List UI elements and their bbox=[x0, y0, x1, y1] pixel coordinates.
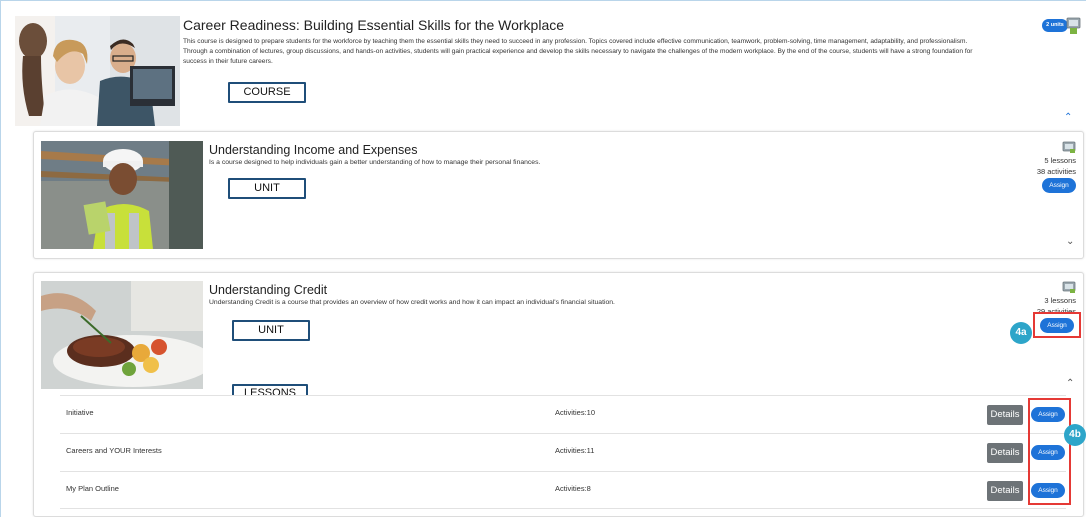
unit-label-income: UNIT bbox=[228, 178, 306, 199]
unit-expand-chevron-down-icon[interactable]: ⌄ bbox=[1066, 236, 1074, 247]
callout-4a: 4a bbox=[1010, 322, 1032, 344]
unit-label-credit: UNIT bbox=[232, 320, 310, 341]
lesson-activities-count: Activities:8 bbox=[555, 484, 591, 493]
course-title: Career Readiness: Building Essential Ski… bbox=[183, 17, 565, 33]
units-badge: 2 units bbox=[1042, 19, 1068, 32]
course-package-icon bbox=[1066, 16, 1081, 40]
course-image bbox=[15, 16, 180, 126]
course-label: COURSE bbox=[228, 82, 306, 103]
unit-description-credit: Understanding Credit is a course that pr… bbox=[209, 299, 615, 306]
lesson-row: My Plan Outline Activities:8 Details Ass… bbox=[60, 471, 1066, 509]
lesson-row: Careers and YOUR Interests Activities:11… bbox=[60, 433, 1066, 471]
unit-title-credit[interactable]: Understanding Credit bbox=[209, 283, 327, 297]
callout-4b: 4b bbox=[1064, 424, 1086, 446]
course-description: This course is designed to prepare stude… bbox=[183, 38, 973, 65]
unit-image-worker bbox=[41, 141, 203, 249]
details-button[interactable]: Details bbox=[987, 481, 1023, 501]
unit-image-food bbox=[41, 281, 203, 389]
lesson-name: Careers and YOUR Interests bbox=[66, 446, 162, 455]
lesson-activities-count: Activities:10 bbox=[555, 408, 596, 417]
lesson-activities-count: Activities:11 bbox=[555, 446, 595, 455]
unit-lessons-count-income: 5 lessons bbox=[1044, 156, 1076, 165]
highlight-box-lesson-assign bbox=[1028, 398, 1071, 505]
course-collapse-chevron-up-icon[interactable]: ⌃ bbox=[1064, 112, 1072, 123]
assign-button-income[interactable]: Assign bbox=[1042, 178, 1076, 193]
details-button[interactable]: Details bbox=[987, 443, 1023, 463]
unit-description-income: Is a course designed to help individuals… bbox=[209, 159, 541, 166]
unit-activities-count-income: 38 activities bbox=[1036, 167, 1076, 176]
details-button[interactable]: Details bbox=[987, 405, 1023, 425]
unit-lessons-count-credit: 3 lessons bbox=[1044, 296, 1076, 305]
unit-title-income[interactable]: Understanding Income and Expenses bbox=[209, 143, 417, 157]
highlight-box-unit-assign bbox=[1033, 312, 1081, 338]
unit-collapse-chevron-up-icon[interactable]: ⌃ bbox=[1066, 378, 1074, 389]
lesson-row: Initiative Activities:10 Details Assign bbox=[60, 395, 1066, 433]
lesson-name: My Plan Outline bbox=[66, 484, 119, 493]
lesson-name: Initiative bbox=[66, 408, 94, 417]
